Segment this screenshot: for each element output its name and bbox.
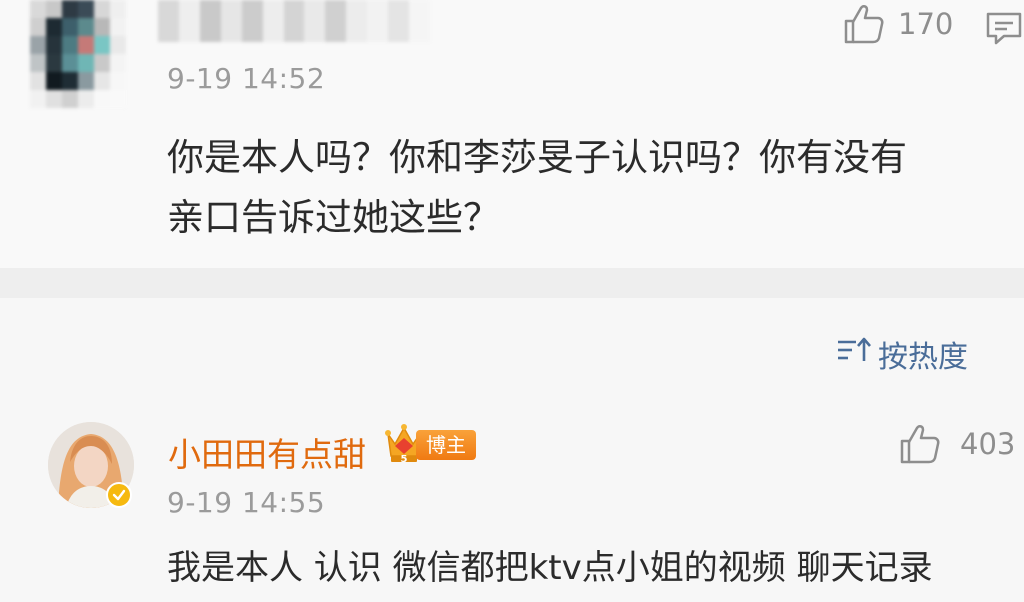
comment-thread: 170 9-19 14:52 你是本人吗？你和李莎旻子认识吗？你有没有 亲口告诉… <box>0 0 1024 602</box>
comment-text: 我是本人 认识 微信都把ktv点小姐的视频 聊天记录 <box>167 548 933 588</box>
username[interactable]: 小田田有点甜 <box>168 428 366 476</box>
like-count: 170 <box>898 7 954 41</box>
sort-label: 按热度 <box>878 340 968 375</box>
section-divider <box>0 268 1024 298</box>
thumbs-up-icon <box>898 422 942 466</box>
sort-bar: 按热度 <box>0 298 1024 398</box>
thumbs-up-icon <box>842 2 886 46</box>
comment-item: 170 9-19 14:52 你是本人吗？你和李莎旻子认识吗？你有没有 亲口告诉… <box>0 0 1024 268</box>
reply-icon[interactable] <box>984 8 1024 52</box>
blogger-badge: 博主 <box>416 430 476 460</box>
comment-time: 9-19 14:52 <box>167 62 326 95</box>
crown-level: 5 <box>401 454 408 465</box>
comment-text-line: 亲口告诉过她这些？ <box>167 196 500 239</box>
username-redacted[interactable] <box>158 0 430 42</box>
avatar[interactable] <box>30 0 126 108</box>
comment-item: 小田田有点甜 5 博主 403 9-19 14:55 我是本人 认识 微信都把k… <box>0 398 1024 602</box>
sort-icon <box>836 335 872 373</box>
comment-time: 9-19 14:55 <box>167 486 326 519</box>
comment-text-line: 你是本人吗？你和李莎旻子认识吗？你有没有 <box>167 136 907 179</box>
comment-text: 你是本人吗？你和李莎旻子认识吗？你有没有 亲口告诉过她这些？ <box>167 128 1017 248</box>
sort-by-hot-button[interactable]: 按热度 <box>836 332 968 376</box>
like-button[interactable]: 403 <box>898 422 1015 466</box>
verified-icon <box>106 482 132 508</box>
like-count: 403 <box>960 427 1016 461</box>
like-button[interactable]: 170 <box>842 2 953 46</box>
